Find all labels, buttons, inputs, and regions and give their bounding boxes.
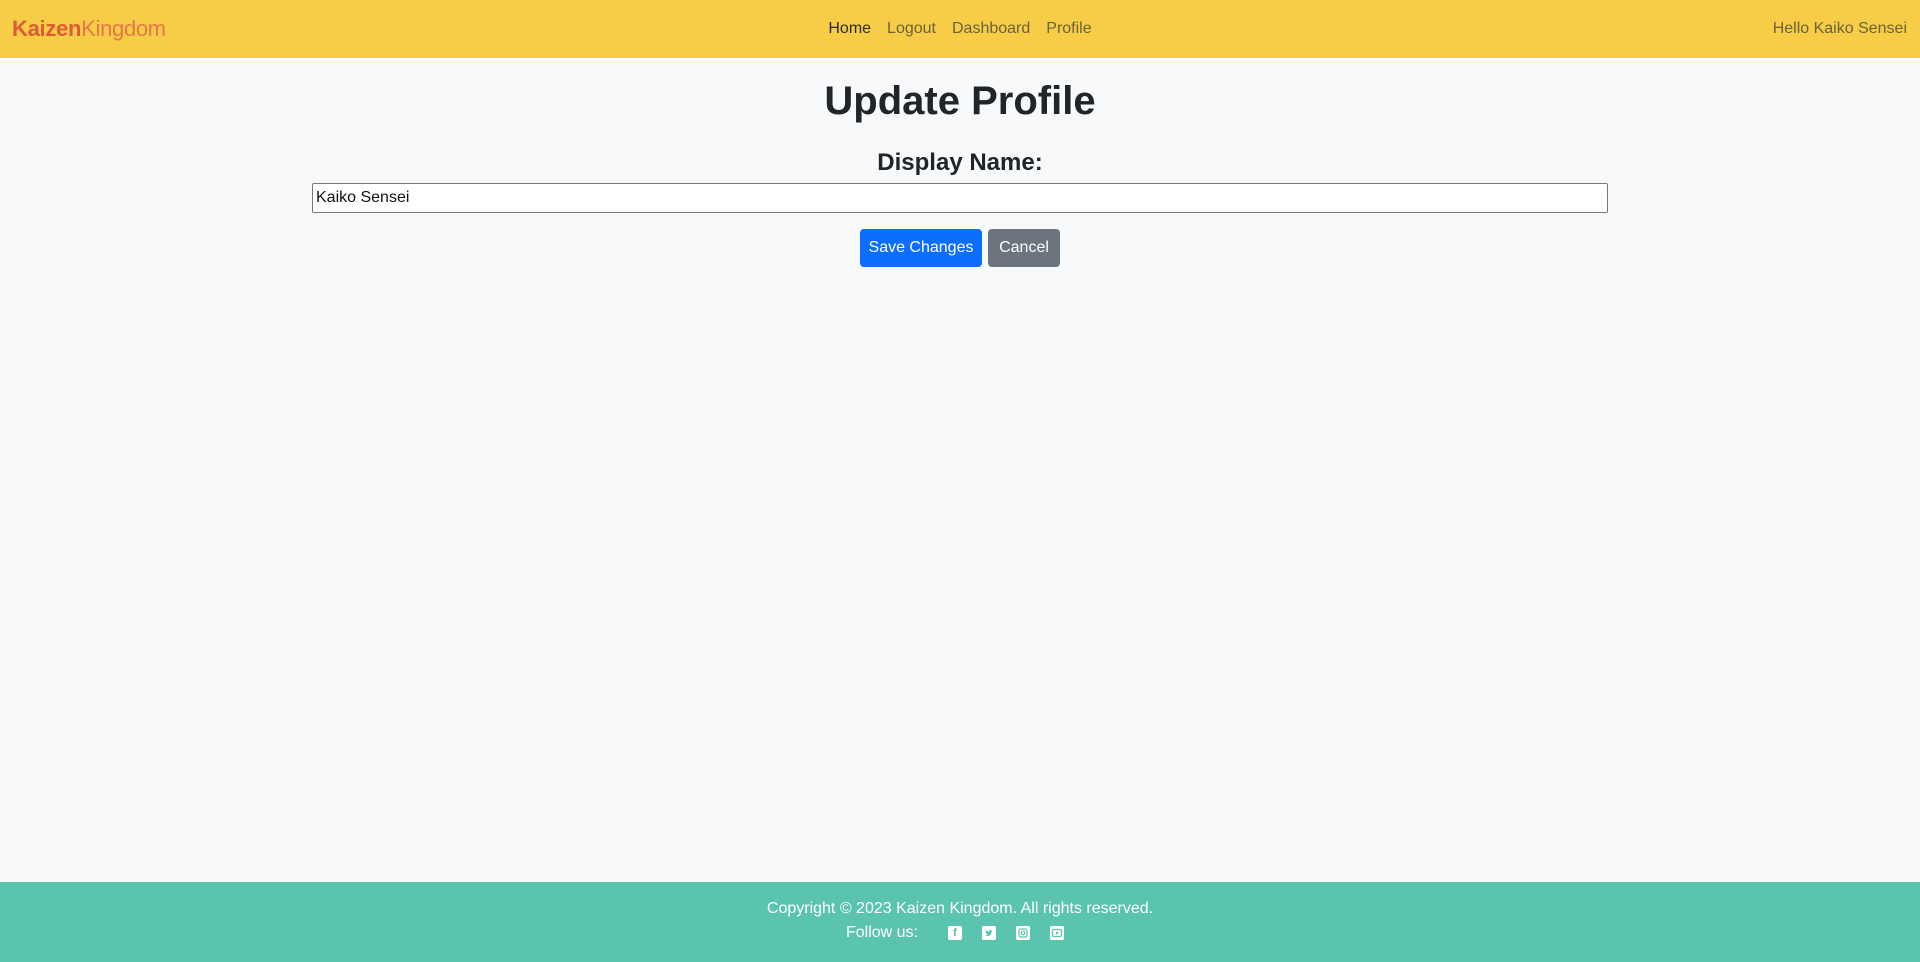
user-greeting: Hello Kaiko Sensei <box>1772 20 1907 37</box>
display-name-input[interactable] <box>312 183 1608 213</box>
instagram-icon[interactable] <box>1016 926 1031 940</box>
twitter-icon[interactable] <box>982 926 997 940</box>
nav-link-profile[interactable]: Profile <box>1038 0 1099 58</box>
navbar: KaizenKingdom Home Logout Dashboard Prof… <box>0 0 1920 58</box>
youtube-icon[interactable] <box>1050 926 1065 940</box>
nav-link-dashboard[interactable]: Dashboard <box>944 0 1038 58</box>
follow-us: Follow us: f <box>0 922 1920 944</box>
page-title: Update Profile <box>824 79 1096 123</box>
cancel-button[interactable]: Cancel <box>988 229 1060 267</box>
footer-copyright: Copyright © 2023 Kaizen Kingdom. All rig… <box>766 900 1154 917</box>
nav-link-logout[interactable]: Logout <box>879 0 944 58</box>
display-name-label: Display Name: <box>877 149 1043 176</box>
nav-link-home[interactable]: Home <box>820 0 879 58</box>
nav-links: Home Logout Dashboard Profile <box>0 0 1920 58</box>
save-changes-button[interactable]: Save Changes <box>860 229 982 267</box>
follow-us-label: Follow us: <box>845 924 919 941</box>
facebook-icon[interactable]: f <box>948 926 963 940</box>
footer: Copyright © 2023 Kaizen Kingdom. All rig… <box>0 882 1920 962</box>
